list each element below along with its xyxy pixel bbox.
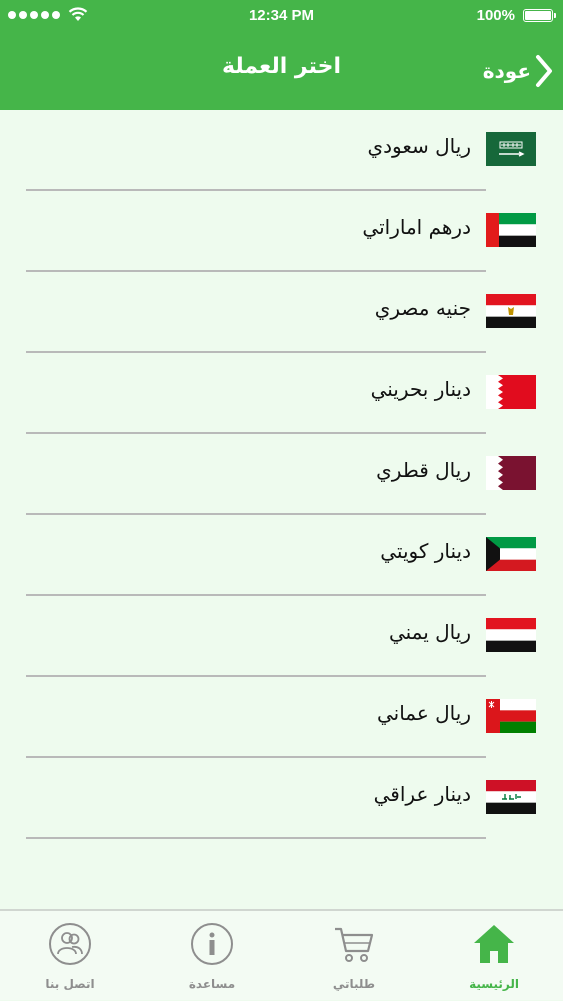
currency-row-yemeni-riyal[interactable]: ريال يمني: [0, 596, 563, 677]
currency-name: ريال قطري: [376, 458, 471, 482]
chevron-right-icon: [536, 55, 552, 87]
tab-label: اتصل بنا: [45, 977, 95, 991]
back-button[interactable]: عودة: [483, 52, 553, 90]
row-divider: [26, 837, 486, 839]
currency-list: ريال سعودي درهم اماراتي جنيه مصري دينار …: [0, 110, 563, 839]
tab-my-orders[interactable]: طلباتي: [284, 921, 424, 1001]
battery-percentage: 100%: [476, 7, 515, 24]
currency-row-saudi-riyal[interactable]: ريال سعودي: [0, 110, 563, 191]
iraq-flag-icon: [486, 780, 536, 814]
currency-row-omani-riyal[interactable]: ريال عماني: [0, 677, 563, 758]
home-icon: [471, 921, 517, 967]
currency-row-iraqi-dinar[interactable]: دينار عراقي: [0, 758, 563, 839]
navigation-bar: اختر العملة عودة: [0, 32, 563, 110]
bahrain-flag-icon: [486, 375, 536, 409]
currency-name: ريال سعودي: [367, 134, 471, 158]
back-button-label: عودة: [482, 59, 531, 83]
battery-icon: [523, 9, 556, 22]
info-icon: [189, 921, 235, 967]
kuwait-flag-icon: [486, 537, 536, 571]
currency-row-kuwaiti-dinar[interactable]: دينار كويتي: [0, 515, 563, 596]
currency-name: ريال يمني: [388, 620, 471, 644]
tab-label: الرئيسية: [469, 977, 519, 991]
currency-name: دينار عراقي: [373, 782, 471, 806]
contact-icon: [47, 921, 93, 967]
qatar-flag-icon: [486, 456, 536, 490]
currency-name: درهم اماراتي: [362, 215, 471, 239]
tab-contact-us[interactable]: اتصل بنا: [0, 921, 140, 1001]
currency-name: دينار كويتي: [380, 539, 471, 563]
currency-name: جنيه مصري: [374, 296, 471, 320]
tab-help[interactable]: مساعدة: [142, 921, 282, 1001]
uae-flag-icon: [486, 213, 536, 247]
tab-home[interactable]: الرئيسية: [424, 921, 563, 1001]
currency-name: دينار بحريني: [370, 377, 471, 401]
currency-row-qatari-riyal[interactable]: ريال قطري: [0, 434, 563, 515]
page-title: اختر العملة: [221, 54, 341, 79]
currency-row-bahraini-dinar[interactable]: دينار بحريني: [0, 353, 563, 434]
status-bar: 12:34 PM 100%: [0, 0, 563, 32]
oman-flag-icon: [486, 699, 536, 733]
saudi-arabia-flag-icon: [486, 132, 536, 166]
currency-row-egyptian-pound[interactable]: جنيه مصري: [0, 272, 563, 353]
cart-icon: [331, 921, 377, 967]
tab-bar: اتصل بنا مساعدة طلباتي الرئيسية: [0, 909, 563, 1000]
tab-label: مساعدة: [188, 977, 236, 991]
yemen-flag-icon: [486, 618, 536, 652]
egypt-flag-icon: [486, 294, 536, 328]
currency-row-uae-dirham[interactable]: درهم اماراتي: [0, 191, 563, 272]
currency-name: ريال عماني: [376, 701, 471, 725]
tab-label: طلباتي: [332, 977, 376, 991]
